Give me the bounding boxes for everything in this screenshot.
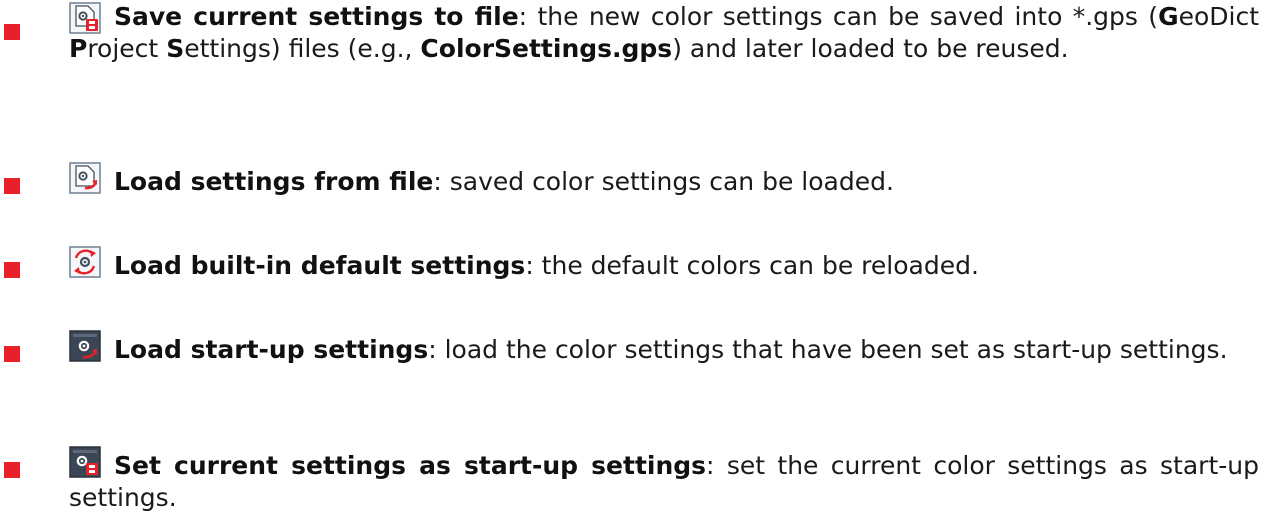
item-title: Load start-up settings [114,335,429,364]
file-name: ColorSettings.gps [420,34,673,63]
bullet-square [4,24,20,40]
item-description: Load settings from file: saved color set… [114,167,894,196]
bullet-square [4,178,20,194]
item-title: Load built-in default settings [114,251,526,280]
item-description: Load built-in default settings: the defa… [114,251,979,280]
bullet-square [4,262,20,278]
bullet-square [4,462,20,478]
item-description: Load start-up settings: load the color s… [114,335,1228,364]
item-title: Load settings from file [114,167,434,196]
bullet-square [4,346,20,362]
item-title: Set current settings as start-up setting… [114,451,707,480]
item-description: Save current settings to file: the new c… [69,2,1260,63]
item-description: Set current settings as start-up setting… [69,451,1259,512]
item-title: Save current settings to file [114,2,519,31]
